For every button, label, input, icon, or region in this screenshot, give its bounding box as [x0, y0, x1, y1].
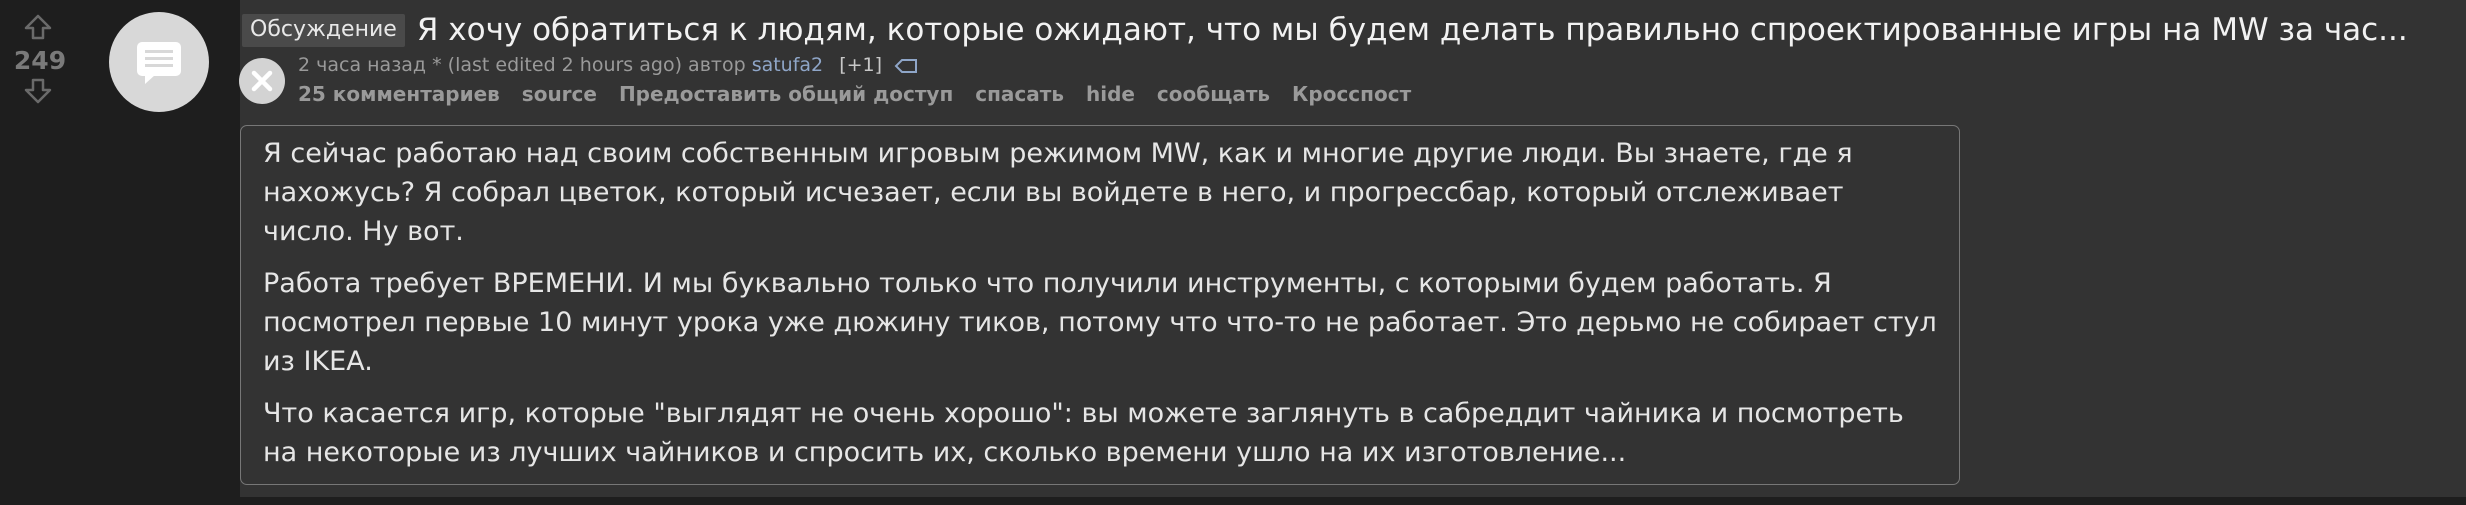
post-title[interactable]: Я хочу обратиться к людям, которые ожида…: [417, 12, 2408, 48]
post-thumbnail[interactable]: [109, 12, 209, 112]
post-flair[interactable]: Обсуждение: [242, 13, 405, 47]
author-prefix: автор: [688, 54, 746, 76]
share-link[interactable]: Предоставить общий доступ: [619, 82, 953, 106]
vote-box: 249: [0, 10, 80, 110]
post-body: Я сейчас работаю над своим собственным и…: [240, 125, 1960, 485]
post-actions: 25 комментариев source Предоставить общи…: [298, 82, 1426, 106]
post-time: 2 часа назад: [298, 54, 427, 76]
body-paragraph: Что касается игр, которые "выглядят не о…: [263, 398, 1904, 468]
hide-link[interactable]: hide: [1086, 82, 1135, 106]
body-paragraph: Я сейчас работаю над своим собственным и…: [263, 138, 1853, 247]
author-link[interactable]: satufa2: [752, 54, 823, 76]
source-link[interactable]: source: [522, 82, 597, 106]
edited-mark: *: [432, 54, 442, 76]
user-flair-count: [+1]: [839, 54, 883, 76]
comments-link[interactable]: 25 комментариев: [298, 82, 500, 106]
score: 249: [13, 46, 67, 75]
edited-text: (last edited 2 hours ago): [447, 54, 682, 76]
body-paragraph: Работа требует ВРЕМЕНИ. И мы буквально т…: [263, 268, 1937, 377]
crosspost-link[interactable]: Кросспост: [1292, 82, 1411, 106]
upvote-arrow-icon[interactable]: [24, 14, 52, 40]
text-post-icon: [137, 42, 181, 84]
save-link[interactable]: спасать: [975, 82, 1064, 106]
report-link[interactable]: сообщать: [1157, 82, 1270, 106]
close-button[interactable]: [239, 58, 285, 104]
downvote-arrow-icon[interactable]: [24, 78, 52, 104]
tag-icon[interactable]: [894, 58, 918, 73]
tagline: 2 часа назад * (last edited 2 hours ago)…: [298, 54, 918, 76]
title-row: Обсуждение Я хочу обратиться к людям, ко…: [242, 12, 2408, 56]
close-icon: [251, 70, 273, 92]
